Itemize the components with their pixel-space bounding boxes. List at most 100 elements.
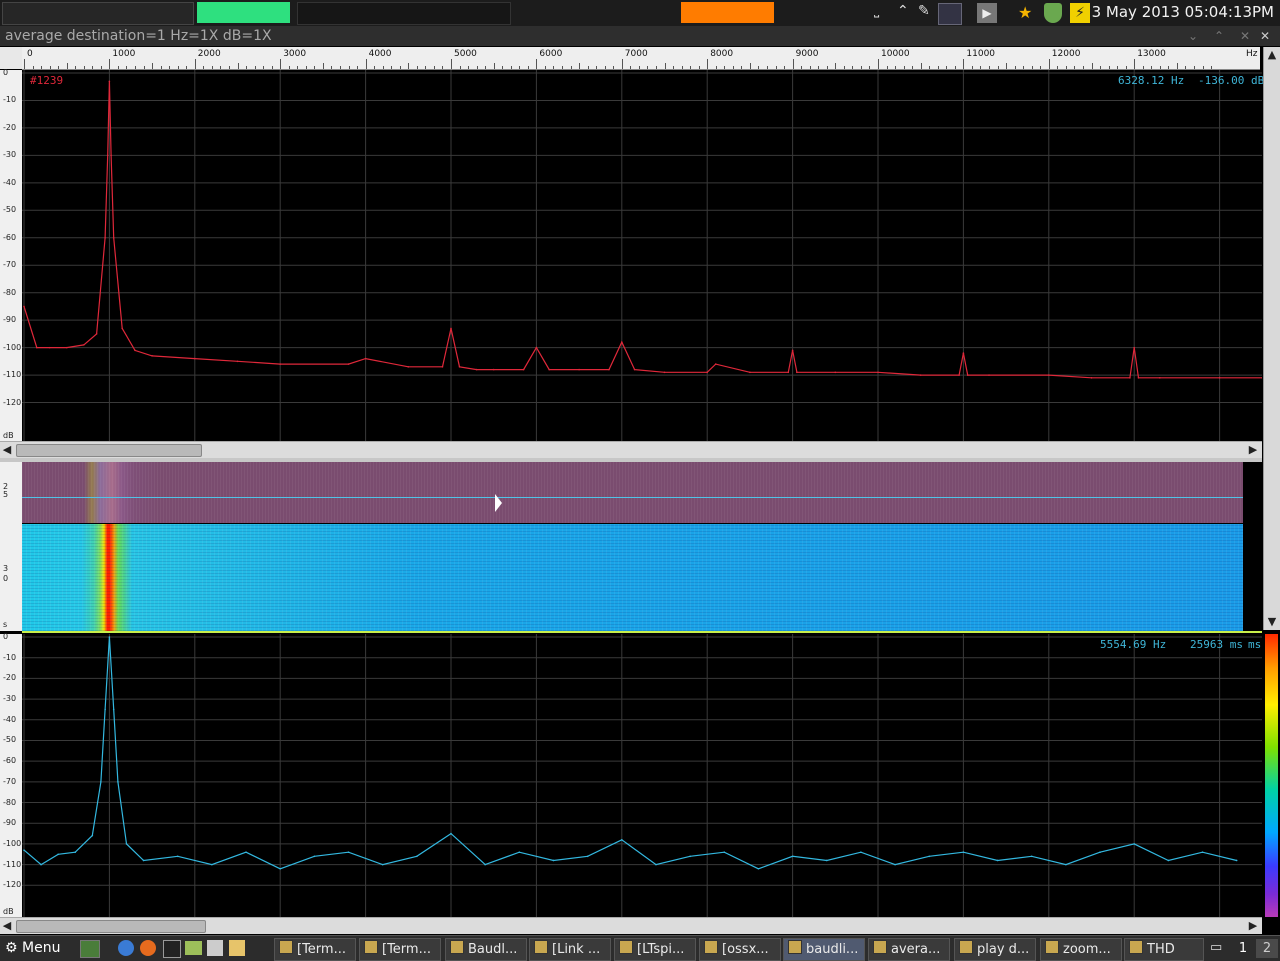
windows-list-icon[interactable]: ▭ bbox=[1210, 940, 1228, 956]
workspace-2[interactable]: 2 bbox=[1256, 939, 1278, 958]
spectrum-point bbox=[194, 357, 196, 360]
bottom-horizontal-scrollbar[interactable]: ◀ ▶ bbox=[0, 917, 1262, 934]
calculator-icon[interactable] bbox=[207, 940, 223, 956]
ruler-tick-label: 6000 bbox=[539, 49, 563, 59]
taskbar-task[interactable]: play d... bbox=[954, 938, 1036, 961]
scroll-up-icon[interactable]: ▲ bbox=[1265, 47, 1279, 63]
spectrogram-waterfall[interactable] bbox=[22, 524, 1243, 631]
top-horizontal-scrollbar[interactable]: ◀ ▶ bbox=[0, 441, 1262, 458]
ruler-minor-tick bbox=[228, 66, 230, 69]
taskbar-task[interactable]: [Term... bbox=[274, 938, 356, 961]
scroll-right-icon[interactable]: ▶ bbox=[1246, 442, 1260, 458]
ruler-minor-tick bbox=[698, 66, 700, 69]
text-editor-icon[interactable] bbox=[229, 940, 245, 956]
ruler-tick bbox=[194, 59, 196, 69]
spectrum-point bbox=[655, 863, 657, 866]
spectrum-point bbox=[996, 859, 999, 862]
taskbar-task[interactable]: [ossx... bbox=[699, 938, 781, 961]
keyboard-icon[interactable]: ⎵ bbox=[874, 3, 894, 23]
ruler-minor-tick bbox=[715, 66, 717, 69]
y-tick-label: -110 bbox=[3, 370, 22, 380]
taskbar-task[interactable]: [Term... bbox=[359, 938, 441, 961]
ruler-minor-tick bbox=[416, 66, 418, 69]
show-desktop-icon[interactable] bbox=[80, 940, 100, 958]
chevron-down-icon[interactable]: ⌄ bbox=[1188, 26, 1198, 46]
taskbar-task[interactable]: zoom... bbox=[1040, 938, 1122, 961]
spectrum-point bbox=[475, 368, 478, 371]
cursor-level-readout: -136.00 dB bbox=[1198, 74, 1265, 87]
ruler-minor-tick bbox=[160, 66, 162, 69]
top-spectrum-plot[interactable]: #1239 6328.12 Hz -136.00 dB bbox=[22, 70, 1265, 441]
ruler-minor-tick bbox=[169, 66, 171, 69]
spectrum-point bbox=[117, 781, 119, 783]
scroll-down-icon[interactable]: ▼ bbox=[1265, 614, 1279, 630]
ruler-minor-tick bbox=[485, 66, 487, 69]
spectrum-line bbox=[23, 636, 1237, 870]
shield-icon[interactable] bbox=[1044, 3, 1062, 23]
vertical-scrollbar[interactable]: ▲ ▼ bbox=[1263, 47, 1280, 630]
power-icon[interactable]: ⚡ bbox=[1070, 3, 1090, 23]
scroll-thumb[interactable] bbox=[16, 920, 206, 933]
y-tick-label: -100 bbox=[3, 342, 22, 352]
ruler-tick bbox=[1134, 59, 1136, 69]
taskbar-task[interactable]: THD bbox=[1124, 938, 1204, 961]
mouse-pointer-icon bbox=[495, 494, 502, 512]
firefox-icon[interactable] bbox=[140, 940, 156, 956]
memory-meter[interactable] bbox=[197, 2, 290, 23]
ruler-minor-tick bbox=[886, 66, 888, 69]
ruler-minor-tick bbox=[690, 66, 692, 69]
spectrum-point bbox=[104, 236, 106, 239]
ruler-minor-tick bbox=[758, 66, 760, 69]
ruler-minor-tick bbox=[177, 66, 179, 69]
scroll-left-icon[interactable]: ◀ bbox=[0, 918, 14, 934]
ruler-minor-tick bbox=[1091, 63, 1093, 69]
pen-icon[interactable]: ✎ bbox=[918, 3, 938, 23]
clock[interactable]: 3 May 2013 05:04:13PM bbox=[1092, 3, 1274, 21]
scroll-right-icon[interactable]: ▶ bbox=[1246, 918, 1260, 934]
taskbar-task[interactable]: Baudl... bbox=[445, 938, 527, 961]
network-meter[interactable] bbox=[297, 2, 511, 25]
ruler-minor-tick bbox=[211, 66, 213, 69]
workspace-1[interactable]: 1 bbox=[1232, 939, 1254, 958]
taskbar-task[interactable]: avera... bbox=[868, 938, 950, 961]
top-spectrum-svg bbox=[22, 70, 1262, 441]
star-icon[interactable]: ★ bbox=[1018, 3, 1038, 23]
disk-meter[interactable] bbox=[681, 2, 774, 23]
ruler-minor-tick bbox=[843, 66, 845, 69]
spectrum-point bbox=[416, 855, 418, 858]
close-icon[interactable]: ✕ bbox=[1260, 26, 1270, 46]
cpu-meter[interactable] bbox=[2, 2, 194, 25]
spectrum-point bbox=[1133, 843, 1135, 845]
scroll-thumb[interactable] bbox=[16, 444, 202, 457]
globe-icon[interactable] bbox=[118, 940, 134, 956]
y-tick-label: -20 bbox=[3, 122, 17, 132]
terminal-icon[interactable] bbox=[163, 940, 181, 958]
ruler-minor-tick bbox=[766, 66, 768, 69]
ruler-minor-tick bbox=[1202, 66, 1204, 69]
chevron-up-icon[interactable]: ⌃ bbox=[897, 3, 917, 23]
bottom-spectrum-plot[interactable]: 5554.69 Hz 25963 ms ms bbox=[22, 634, 1262, 917]
network-icon[interactable] bbox=[938, 3, 962, 25]
ruler-minor-tick bbox=[314, 66, 316, 69]
window-titlebar[interactable]: average destination=1 Hz=1X dB=1X ⌄ ⌃ ✕ … bbox=[0, 26, 1280, 46]
ruler-minor-tick bbox=[741, 66, 743, 69]
play-icon[interactable]: ▶ bbox=[977, 3, 997, 23]
menu-button[interactable]: ⚙ Menu bbox=[5, 938, 60, 959]
ruler-minor-tick bbox=[664, 63, 666, 69]
frequency-ruler[interactable]: 0 1000 2000 3000 4000 5000 6000 7000 8000 9000 100… bbox=[22, 47, 1260, 70]
scroll-left-icon[interactable]: ◀ bbox=[0, 442, 14, 458]
spectrum-point bbox=[125, 843, 128, 845]
spectrum-point bbox=[877, 371, 879, 374]
folder-icon[interactable] bbox=[185, 941, 202, 955]
waterfall-divider bbox=[22, 631, 1262, 633]
taskbar-task[interactable]: [Link ... bbox=[529, 938, 611, 961]
maximize-icon[interactable]: ✕ bbox=[1240, 26, 1250, 46]
ruler-minor-tick bbox=[818, 66, 820, 69]
waterfall-axis: 2 5 3 0 s bbox=[0, 462, 22, 631]
waterfall-label: s bbox=[3, 620, 8, 629]
ruler-minor-tick bbox=[869, 66, 871, 69]
chevron-up-icon[interactable]: ⌃ bbox=[1214, 26, 1224, 46]
taskbar-task[interactable]: [LTspi... bbox=[614, 938, 696, 961]
phase-waterfall[interactable] bbox=[22, 462, 1243, 523]
taskbar-task[interactable]: baudli... bbox=[783, 938, 865, 961]
